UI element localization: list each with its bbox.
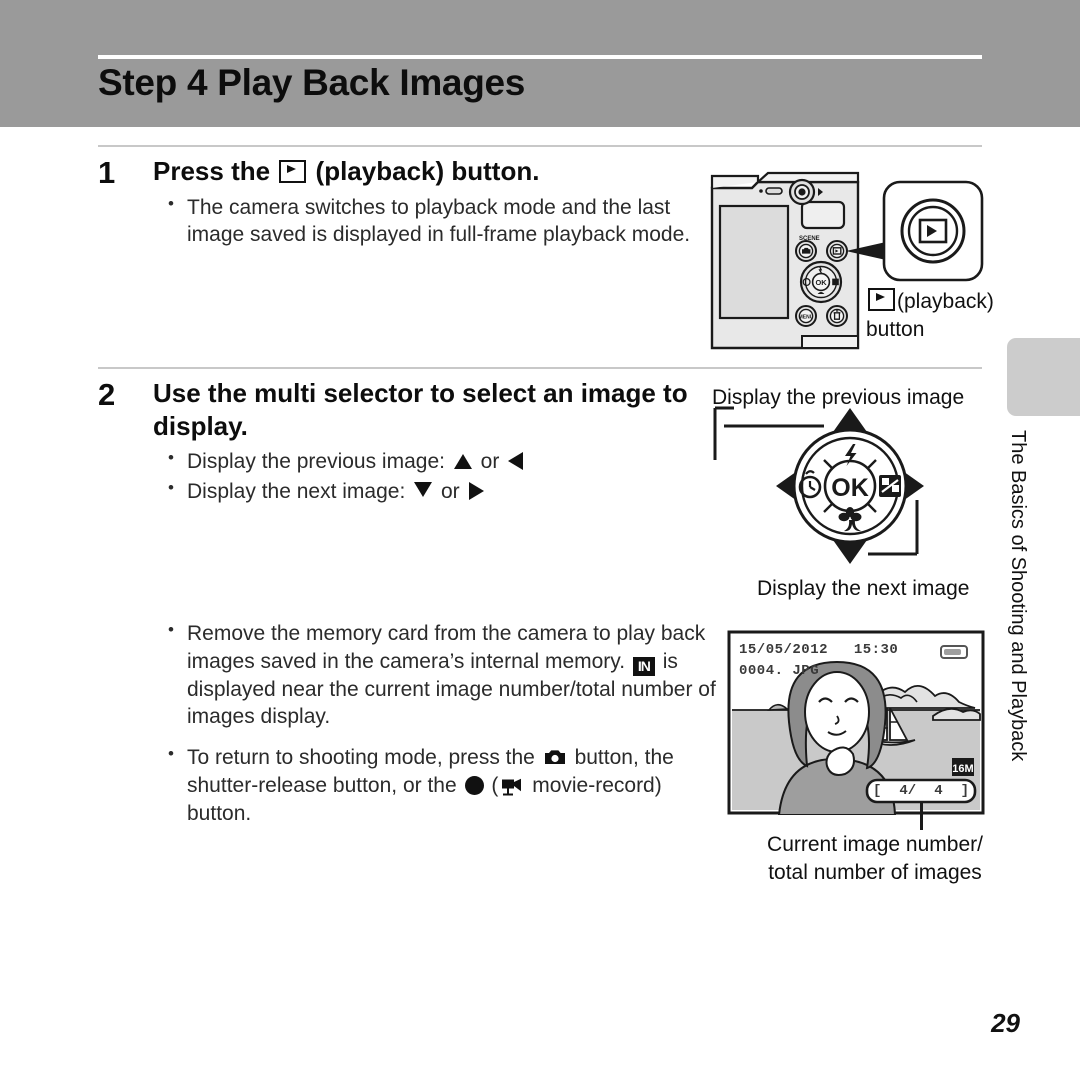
list-item: The camera switches to playback mode and… xyxy=(168,192,718,249)
step-1-heading-text-before: Press the xyxy=(153,156,271,186)
step-1-block: 1 Press the (playback) button. The camer… xyxy=(98,155,718,251)
lcd-filename: 0004. JPG xyxy=(739,663,820,679)
figure-lcd-screen: 16M 15/05/2012 15:30 0004. JPG [ 4/ 4 ] xyxy=(727,630,985,830)
triangle-up-icon xyxy=(453,454,472,469)
playback-icon xyxy=(279,160,307,183)
internal-memory-icon: IN xyxy=(632,656,655,676)
page-number: 29 xyxy=(991,1008,1020,1038)
next-image-label: Display the next image: xyxy=(187,479,406,503)
next-image-separator: or xyxy=(440,479,460,503)
step-1-heading: Press the (playback) button. xyxy=(153,155,718,188)
step-1-heading-text-after: (playback) button. xyxy=(315,156,540,186)
lcd-counter-current: 4/ xyxy=(899,783,917,799)
camera-icon xyxy=(543,747,567,766)
step-2-number: 2 xyxy=(98,377,116,412)
triangle-right-icon xyxy=(468,481,484,500)
playback-icon xyxy=(868,288,895,311)
chapter-tab-marker xyxy=(1007,338,1080,416)
note-2-part-3: ( xyxy=(491,773,499,797)
svg-text:OK: OK xyxy=(831,474,869,502)
step-1-bullets: The camera switches to playback mode and… xyxy=(168,192,718,249)
divider-rule-middle xyxy=(98,367,982,369)
step-2-block: 2 Use the multi selector to select an im… xyxy=(98,377,718,507)
caption-image-counter: Current image number/ total number of im… xyxy=(750,831,1000,888)
step-2-heading: Use the multi selector to select an imag… xyxy=(153,378,688,441)
svg-text:MENU: MENU xyxy=(799,315,814,321)
header-white-rule xyxy=(98,55,982,59)
step-1-number: 1 xyxy=(98,155,116,190)
triangle-down-icon xyxy=(414,481,433,497)
counter-leader-line xyxy=(920,802,923,830)
page-title: Step 4 Play Back Images xyxy=(98,62,526,103)
caption-counter-line-2: total number of images xyxy=(768,861,982,885)
prev-image-separator: or xyxy=(480,450,500,473)
record-dot-icon xyxy=(464,775,484,795)
lcd-counter-total: 4 xyxy=(934,783,943,799)
step-2-bullets: Display the previous image: or Display t… xyxy=(168,447,718,506)
caption-display-next-image: Display the next image xyxy=(757,577,970,600)
note-1-part-1: Remove the memory card from the camera t… xyxy=(187,622,706,673)
list-item: Remove the memory card from the camera t… xyxy=(168,619,728,731)
notes-list: Remove the memory card from the camera t… xyxy=(168,619,728,840)
lcd-counter-bracket-open: [ xyxy=(873,783,882,799)
lcd-time: 15:30 xyxy=(853,642,899,658)
movie-camera-icon xyxy=(499,776,525,796)
list-item: Display the next image: or xyxy=(168,477,718,506)
camera-callout-caption: (playback) button xyxy=(866,288,1066,345)
figure-multi-selector: OK xyxy=(706,386,996,591)
svg-text:16M: 16M xyxy=(952,763,973,775)
camera-callout-line-2: button xyxy=(866,318,925,342)
divider-rule-top xyxy=(98,145,982,147)
lcd-counter-bracket-close: ] xyxy=(960,783,969,799)
svg-text:OK: OK xyxy=(815,278,827,287)
list-item: Display the previous image: or xyxy=(168,447,718,476)
triangle-left-icon xyxy=(508,452,524,470)
note-2-part-1: To return to shooting mode, press the xyxy=(187,746,535,770)
caption-counter-line-1: Current image number/ xyxy=(767,833,983,856)
camera-callout-line-1: (playback) xyxy=(897,290,994,313)
chapter-tab-label: The Basics of Shooting and Playback xyxy=(1007,430,1029,762)
list-item: To return to shooting mode, press the bu… xyxy=(168,743,728,827)
lcd-date: 15/05/2012 xyxy=(739,642,829,658)
prev-image-label: Display the previous image: xyxy=(187,450,445,473)
